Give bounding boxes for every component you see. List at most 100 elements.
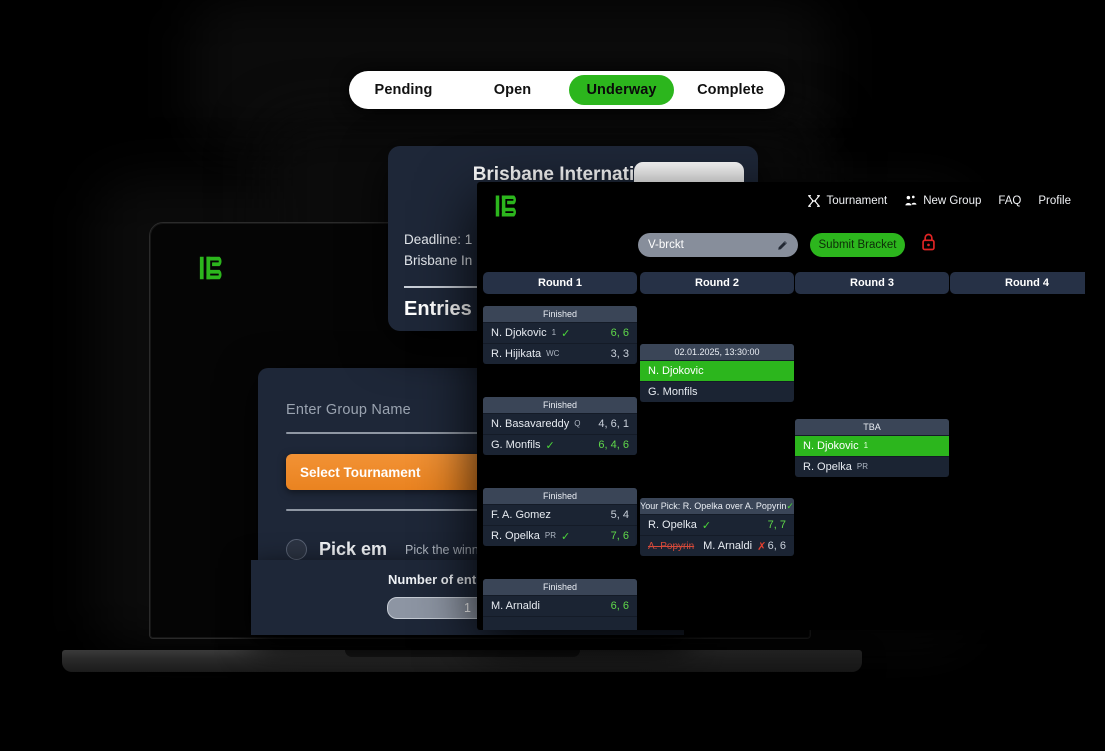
winner-check-icon: ✓: [545, 439, 555, 452]
player-name: N. Djokovic: [648, 365, 704, 377]
pickem-radio[interactable]: [286, 539, 307, 560]
match-card[interactable]: Your Pick: R. Opelka over A. Popyrin ✓ R.…: [640, 498, 794, 556]
player-name: N. Djokovic: [491, 327, 547, 339]
match-player-row[interactable]: G. Monfils ✓ 6, 4, 6: [483, 434, 637, 455]
round-header-1: Round 1: [483, 272, 637, 294]
player-name: R. Hijikata: [491, 348, 542, 360]
player-seed: 1: [863, 440, 869, 450]
match-player-row[interactable]: F. A. Gomez 5, 4: [483, 504, 637, 525]
match-card[interactable]: Finished M. Arnaldi 6, 6: [483, 579, 637, 630]
eliminated-pick-name: A. Popyrin: [648, 540, 695, 552]
round-column-1: Round 1 Finished N. Djokovic 1 ✓ 6, 6 R. H…: [483, 272, 637, 630]
player-name: M. Arnaldi: [703, 540, 753, 552]
winner-check-icon: ✓: [561, 327, 571, 340]
match-player-row[interactable]: N. Basavareddy Q 4, 6, 1: [483, 413, 637, 434]
nav-label-faq: FAQ: [998, 195, 1022, 207]
player-name: G. Monfils: [648, 386, 698, 398]
showcase-canvas: Pending Open Underway Complete Enter Gro…: [0, 0, 1105, 751]
match-card[interactable]: Finished F. A. Gomez 5, 4 R. Opelka PR ✓ 7…: [483, 488, 637, 546]
match-card[interactable]: TBA N. Djokovic 1 R. Opelka PR: [795, 419, 949, 477]
nav-item-tournament[interactable]: Tournament: [807, 194, 887, 208]
pencil-icon[interactable]: [777, 240, 788, 251]
player-score: 7, 6: [610, 530, 629, 542]
player-score: 7, 7: [767, 519, 786, 531]
pickem-label: Pick em: [319, 539, 388, 559]
match-card[interactable]: 02.01.2025, 13:30:00 N. Djokovic G. Monf…: [640, 344, 794, 402]
group-icon: [905, 195, 917, 206]
match-card[interactable]: Finished N. Basavareddy Q 4, 6, 1 G. Monf…: [483, 397, 637, 455]
round-column-2: Round 2 02.01.2025, 13:30:00 N. Djokovic…: [640, 272, 794, 556]
tab-pending[interactable]: Pending: [351, 75, 456, 105]
player-name: M. Arnaldi: [491, 600, 540, 612]
winner-check-icon: ✓: [561, 530, 571, 543]
player-name: R. Opelka: [491, 530, 540, 542]
player-name: N. Djokovic: [803, 440, 859, 452]
lock-icon[interactable]: [920, 232, 937, 252]
match-status: Finished: [483, 488, 637, 504]
player-score: 6, 6: [610, 327, 629, 339]
tab-open[interactable]: Open: [460, 75, 565, 105]
player-seed: WC: [546, 348, 560, 358]
round-header-4: Round 4: [950, 272, 1085, 294]
match-player-row[interactable]: G. Monfils: [640, 381, 794, 402]
app-logo-icon: [199, 256, 222, 280]
match-status: TBA: [795, 419, 949, 435]
tournament-icon: [808, 195, 821, 207]
match-player-row[interactable]: R. Opelka ✓ 7, 7: [640, 514, 794, 535]
player-name: R. Opelka: [648, 519, 697, 531]
bracket-window: Tournament New Group FAQ Profile V-brckt…: [477, 182, 1085, 630]
round-column-4: Round 4: [950, 272, 1085, 294]
winner-check-icon: ✓: [701, 519, 712, 532]
nav-item-faq[interactable]: FAQ: [998, 195, 1021, 207]
player-score: 6, 4, 6: [598, 439, 629, 451]
bracket-rounds: Round 1 Finished N. Djokovic 1 ✓ 6, 6 R. H…: [483, 272, 1085, 630]
player-name: G. Monfils: [491, 439, 541, 451]
bracket-name-value: V-brckt: [648, 239, 684, 251]
laptop-trackpad-notch: [345, 650, 580, 657]
bracket-name-input[interactable]: V-brckt: [638, 233, 798, 257]
match-card[interactable]: Finished N. Djokovic 1 ✓ 6, 6 R. Hijikata W…: [483, 306, 637, 364]
match-player-row[interactable]: A. Popyrin M. Arnaldi ✗ 6, 6: [640, 535, 794, 556]
player-score: 4, 6, 1: [598, 418, 629, 430]
round-header-3: Round 3: [795, 272, 949, 294]
player-name: F. A. Gomez: [491, 509, 551, 521]
player-seed: Q: [574, 418, 581, 428]
match-status: Finished: [483, 579, 637, 595]
match-player-row[interactable]: R. Opelka PR: [795, 456, 949, 477]
match-player-row[interactable]: N. Djokovic 1 ✓ 6, 6: [483, 322, 637, 343]
pick-status-text: Your Pick: R. Opelka over A. Popyrin: [640, 501, 787, 511]
player-name: N. Basavareddy: [491, 418, 570, 430]
match-player-row[interactable]: M. Arnaldi 6, 6: [483, 595, 637, 616]
nav-label-new-group: New Group: [923, 195, 982, 207]
nav-links: Tournament New Group FAQ Profile: [807, 194, 1071, 208]
tab-complete[interactable]: Complete: [678, 75, 783, 105]
nav-label-tournament: Tournament: [826, 195, 888, 207]
bracket-toolbar: V-brckt Submit Bracket: [477, 230, 1085, 266]
player-name: R. Opelka: [803, 461, 852, 473]
match-player-row[interactable]: R. Opelka PR ✓ 7, 6: [483, 525, 637, 546]
tab-underway[interactable]: Underway: [569, 75, 674, 105]
match-pick-status: Your Pick: R. Opelka over A. Popyrin ✓: [640, 498, 794, 514]
player-score: 6, 6: [767, 540, 786, 552]
app-logo-icon[interactable]: [494, 192, 522, 220]
match-status: Finished: [483, 306, 637, 322]
wrong-pick-icon: ✗: [757, 540, 767, 553]
player-score: 5, 4: [610, 509, 629, 521]
player-seed: PR: [544, 530, 557, 540]
match-player-row[interactable]: N. Djokovic 1: [795, 435, 949, 456]
round-column-3: Round 3 TBA N. Djokovic 1 R. Opelka PR: [795, 272, 949, 477]
match-player-row[interactable]: [483, 616, 637, 630]
player-score: 3, 3: [610, 348, 629, 360]
submit-bracket-button[interactable]: Submit Bracket: [810, 233, 905, 257]
nav-item-profile[interactable]: Profile: [1038, 195, 1071, 207]
status-tab-bar: Pending Open Underway Complete: [349, 71, 785, 109]
player-score: 6, 6: [610, 600, 629, 612]
pick-correct-icon: ✓: [786, 500, 794, 511]
round-header-2: Round 2: [640, 272, 794, 294]
match-player-row[interactable]: R. Hijikata WC 3, 3: [483, 343, 637, 364]
match-status: Finished: [483, 397, 637, 413]
nav-label-profile: Profile: [1038, 195, 1071, 207]
nav-item-new-group[interactable]: New Group: [904, 194, 981, 208]
match-status: 02.01.2025, 13:30:00: [640, 344, 794, 360]
match-player-row[interactable]: N. Djokovic: [640, 360, 794, 381]
